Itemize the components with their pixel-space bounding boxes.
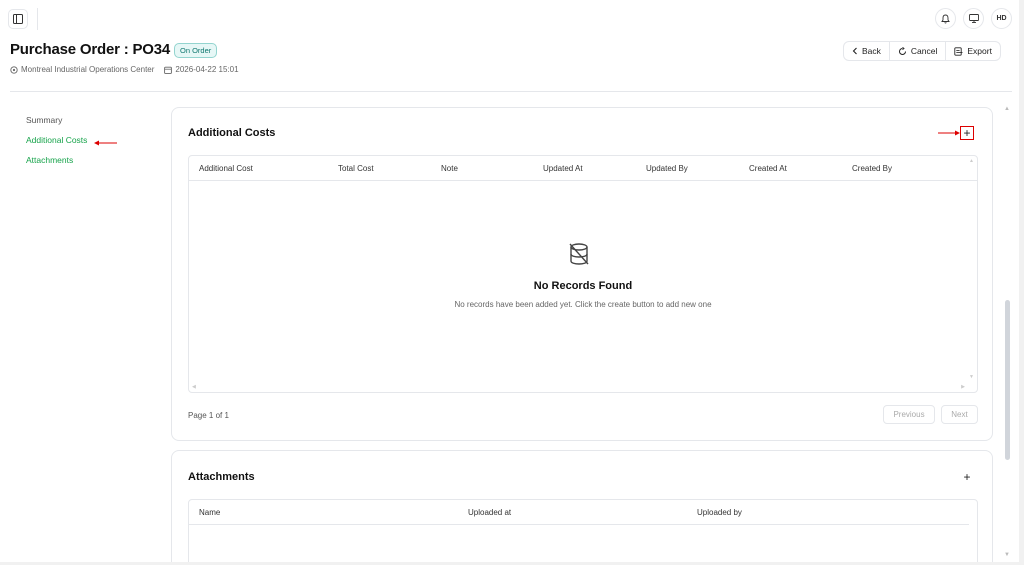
cancel-label: Cancel: [910, 46, 938, 56]
scroll-right-icon[interactable]: ▶: [961, 384, 965, 390]
annotation-arrow-left-icon: [94, 140, 117, 146]
export-button[interactable]: Export: [946, 42, 1000, 60]
chevron-left-icon: [852, 47, 857, 55]
export-icon: [954, 46, 963, 56]
nav-item-attachments[interactable]: Attachments: [26, 154, 87, 174]
column-header[interactable]: Updated At: [543, 164, 583, 173]
notifications-button[interactable]: [935, 8, 956, 29]
cancel-button[interactable]: Cancel: [890, 42, 947, 60]
annotation-arrow-right-icon: [938, 130, 960, 136]
table-header: Additional Cost Total Cost Note Updated …: [189, 156, 977, 181]
additional-costs-table: Additional Cost Total Cost Note Updated …: [188, 155, 978, 393]
next-page-button[interactable]: Next: [941, 405, 978, 424]
monitor-icon: [968, 14, 979, 23]
pagination-text: Page 1 of 1: [188, 411, 229, 420]
additional-costs-title: Additional Costs: [188, 127, 276, 139]
datetime-text: 2026-04-22 15:01: [175, 65, 239, 74]
user-avatar-button[interactable]: HD: [991, 8, 1012, 29]
header-actions: Back Cancel Export: [843, 41, 1001, 61]
calendar-icon: [164, 66, 173, 74]
add-additional-cost-button[interactable]: +: [960, 126, 974, 140]
plus-icon: +: [963, 126, 971, 140]
scroll-down-icon[interactable]: ▼: [969, 374, 974, 380]
scroll-up-icon[interactable]: ▲: [969, 158, 974, 164]
attachments-table: Name Uploaded at Uploaded by: [188, 499, 978, 565]
status-badge: On Order: [174, 43, 218, 58]
previous-page-button[interactable]: Previous: [883, 405, 935, 424]
column-header[interactable]: Uploaded by: [697, 508, 742, 517]
column-header[interactable]: Uploaded at: [468, 508, 511, 517]
order-meta: Montreal Industrial Operations Center 20…: [10, 65, 239, 74]
section-nav: Summary Additional Costs Attachments: [26, 114, 87, 174]
attachments-title: Attachments: [188, 471, 255, 483]
additional-costs-card: Additional Costs + Additional Cost Total…: [171, 107, 993, 441]
empty-state-title: No Records Found: [533, 280, 633, 292]
add-attachment-button[interactable]: +: [960, 470, 974, 484]
window-edge: [1019, 0, 1024, 565]
sidebar-toggle-button[interactable]: [8, 9, 28, 29]
display-button[interactable]: [963, 8, 984, 29]
scroll-thumb[interactable]: [1005, 300, 1010, 460]
column-header[interactable]: Note: [441, 164, 458, 173]
back-button[interactable]: Back: [844, 42, 890, 60]
column-header[interactable]: Name: [199, 508, 220, 517]
scroll-up-icon[interactable]: ▲: [1004, 106, 1010, 112]
plus-icon: +: [963, 470, 971, 484]
cancel-icon: [898, 46, 906, 55]
table-header: Name Uploaded at Uploaded by: [189, 500, 969, 525]
column-header[interactable]: Total Cost: [338, 164, 374, 173]
nav-item-summary[interactable]: Summary: [26, 114, 87, 134]
column-header[interactable]: Additional Cost: [199, 164, 253, 173]
location-pin-icon: [10, 65, 18, 74]
location-text: Montreal Industrial Operations Center: [21, 65, 155, 74]
divider: [37, 8, 38, 30]
bell-icon: [941, 14, 950, 23]
nav-item-additional-costs[interactable]: Additional Costs: [26, 134, 87, 154]
page-scrollbar[interactable]: ▲ ▼: [1002, 104, 1012, 564]
column-header[interactable]: Created By: [852, 164, 892, 173]
header-divider: [10, 91, 1012, 92]
attachments-card: Attachments + Name Uploaded at Uploaded …: [171, 450, 993, 565]
top-bar: HD: [0, 0, 1024, 38]
scroll-left-icon[interactable]: ◀: [192, 384, 196, 390]
column-header[interactable]: Updated By: [646, 164, 688, 173]
export-label: Export: [967, 46, 992, 56]
page-title: Purchase Order : PO34: [10, 41, 171, 58]
sidebar-icon: [13, 14, 23, 24]
scroll-down-icon[interactable]: ▼: [1004, 552, 1010, 558]
back-label: Back: [862, 46, 881, 56]
database-off-icon: [569, 243, 589, 265]
column-header[interactable]: Created At: [749, 164, 787, 173]
empty-state-description: No records have been added yet. Click th…: [454, 300, 712, 309]
